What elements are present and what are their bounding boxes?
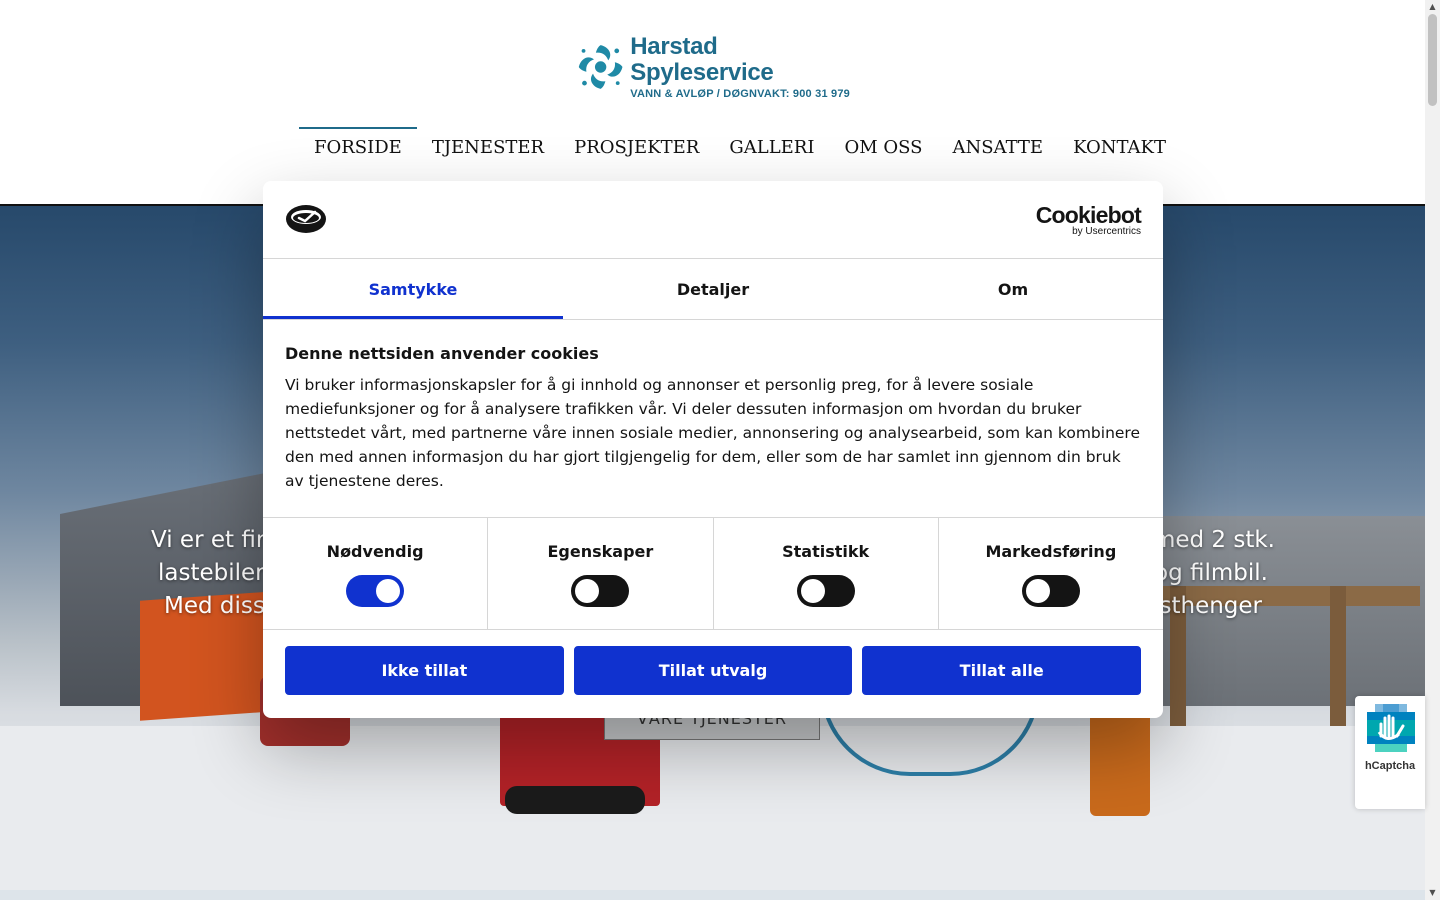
toggle-label-egenskaper: Egenskaper (547, 542, 654, 561)
toggle-label-nodvendig: Nødvendig (326, 542, 424, 561)
tab-samtykke[interactable]: Samtykke (263, 260, 563, 319)
site-header: Harstad Spyleservice VANN & AVLØP / DØGN… (0, 0, 1425, 205)
hero-line-1-right: med 2 stk. (1152, 527, 1275, 553)
toggle-group-nodvendig: Nødvendig (263, 518, 489, 629)
cookie-dialog-body: Denne nettsiden anvender cookies Vi bruk… (285, 344, 1141, 493)
site-logo[interactable]: Harstad Spyleservice VANN & AVLØP / DØGN… (575, 34, 855, 100)
hero-line-3-left: Med diss (164, 593, 265, 619)
toggle-switch-markedsforing[interactable] (1021, 575, 1080, 607)
hcaptcha-badge[interactable]: hCaptcha (1355, 696, 1425, 809)
nav-item-tjenester[interactable]: TJENESTER (417, 127, 559, 167)
nav-item-galleri[interactable]: GALLERI (714, 127, 829, 167)
toggle-switch-egenskaper[interactable] (571, 575, 630, 607)
hcaptcha-hand-icon (1367, 704, 1415, 752)
cookiebot-by: by Usercentrics (1072, 226, 1141, 237)
cookie-consent-dialog: Cookiebot by Usercentrics Samtykke Detal… (263, 181, 1163, 718)
cookie-dialog-text: Vi bruker informasjonskapsler for å gi i… (285, 376, 1141, 490)
cookie-site-logo-icon (286, 205, 326, 233)
nav-item-forside[interactable]: FORSIDE (299, 127, 417, 167)
nav-item-ansatte[interactable]: ANSATTE (937, 127, 1058, 167)
cookie-category-toggles: Nødvendig Egenskaper Statistikk Markedsf… (263, 517, 1163, 630)
toggle-label-statistikk: Statistikk (782, 542, 870, 561)
tab-detaljer[interactable]: Detaljer (563, 260, 863, 319)
toggle-label-markedsforing: Markedsføring (985, 542, 1117, 561)
cookie-dialog-header: Cookiebot by Usercentrics (263, 181, 1163, 259)
hero-photo-ground (0, 726, 1425, 890)
main-nav: FORSIDE TJENESTER PROSJEKTER GALLERI OM … (299, 127, 1181, 167)
toggle-knob (575, 579, 600, 603)
hero-photo-machine-track (505, 786, 645, 814)
toggle-group-statistikk: Statistikk (714, 518, 939, 629)
deny-button[interactable]: Ikke tillat (285, 646, 564, 695)
page-bottom-strip (0, 890, 1425, 900)
hero-line-2-right: og filmbil. (1154, 560, 1268, 586)
cookie-dialog-buttons: Ikke tillat Tillat utvalg Tillat alle (285, 646, 1142, 695)
toggle-knob (1025, 579, 1050, 603)
scroll-down-arrow-icon[interactable]: ▼ (1425, 886, 1440, 900)
tab-om[interactable]: Om (863, 260, 1163, 319)
hero-line-3-right: sthenger (1159, 593, 1262, 619)
swirl-logo-icon (578, 45, 623, 89)
cookiebot-logo[interactable]: Cookiebot by Usercentrics (1035, 202, 1142, 237)
scroll-thumb[interactable] (1428, 14, 1437, 106)
cookie-dialog-title: Denne nettsiden anvender cookies (285, 344, 599, 363)
toggle-knob (376, 579, 401, 603)
toggle-knob (800, 579, 825, 603)
allow-all-button[interactable]: Tillat alle (862, 646, 1142, 695)
page-scrollbar[interactable]: ▲ ▼ (1425, 0, 1440, 900)
toggle-switch-nodvendig[interactable] (346, 575, 405, 607)
hero-line-1-left: Vi er et fir (151, 527, 266, 553)
logo-name: Harstad Spyleservice (630, 33, 774, 86)
toggle-group-egenskaper: Egenskaper (488, 518, 714, 629)
toggle-switch-statistikk[interactable] (796, 575, 855, 607)
cookiebot-name: Cookiebot (1035, 202, 1142, 228)
nav-item-kontakt[interactable]: KONTAKT (1058, 127, 1181, 167)
hero-line-2-left: lastebiler (158, 560, 265, 586)
hcaptcha-label: hCaptcha (1364, 760, 1416, 772)
nav-item-om-oss[interactable]: OM OSS (829, 127, 937, 167)
scroll-up-arrow-icon[interactable]: ▲ (1425, 0, 1440, 14)
nav-item-prosjekter[interactable]: PROSJEKTER (559, 127, 714, 167)
allow-selection-button[interactable]: Tillat utvalg (573, 646, 853, 695)
cookie-dialog-tabs: Samtykke Detaljer Om (263, 260, 1163, 320)
logo-tagline: VANN & AVLØP / DØGNVAKT: 900 31 979 (630, 88, 850, 100)
toggle-group-markedsforing: Markedsføring (939, 518, 1163, 629)
